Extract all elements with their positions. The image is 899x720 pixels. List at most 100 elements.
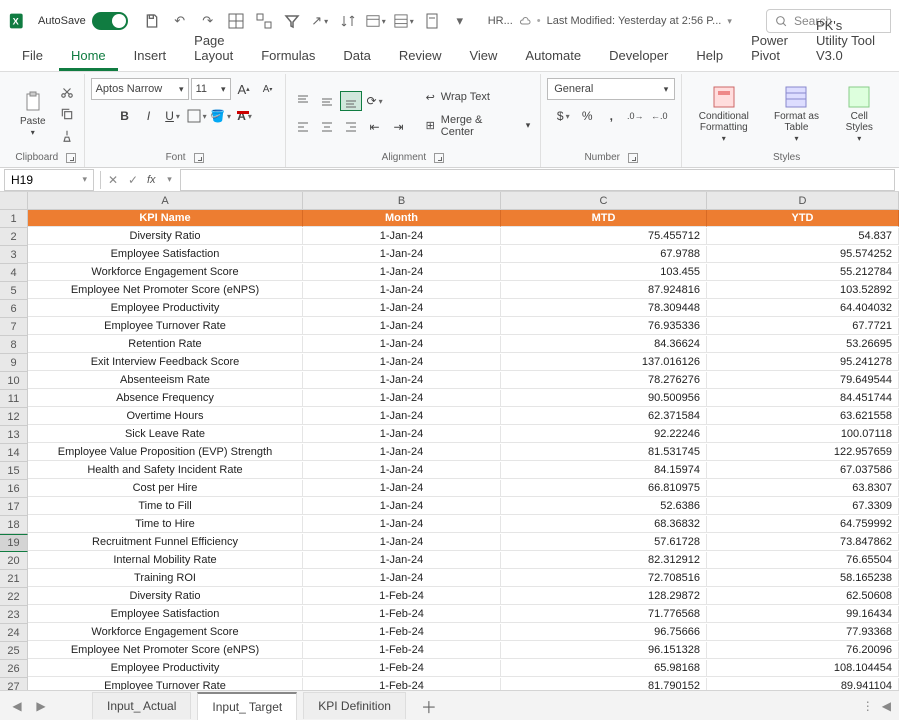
copy-button[interactable] [56,104,78,124]
cell[interactable]: 1-Jan-24 [303,552,501,569]
tab-page-layout[interactable]: Page Layout [182,27,245,71]
cancel-formula-button[interactable]: ✕ [103,173,123,187]
cell[interactable]: Time to Hire [28,516,303,533]
row-header[interactable]: 25 [0,642,28,660]
number-format-select[interactable]: General▾ [547,78,675,100]
tab-power-pivot[interactable]: Power Pivot [739,27,800,71]
fill-color-button[interactable]: 🪣 [210,106,232,126]
toggle-switch-icon[interactable] [92,12,128,30]
sheet-nav-prev[interactable]: ◀ [8,697,26,715]
align-top-button[interactable] [292,91,314,111]
cell[interactable]: 62.50608 [707,588,899,605]
row-header[interactable]: 13 [0,426,28,444]
cell[interactable]: 58.165238 [707,570,899,587]
increase-indent-button[interactable]: ⇥ [388,117,410,137]
cell[interactable]: 1-Jan-24 [303,264,501,281]
calc-icon[interactable] [422,11,442,31]
cell[interactable]: Time to Fill [28,498,303,515]
cell[interactable]: 89.941104 [707,678,899,690]
cell[interactable]: 1-Feb-24 [303,606,501,623]
cell[interactable]: 84.36624 [501,336,707,353]
table-icon[interactable] [366,11,386,31]
row-header[interactable]: 18 [0,516,28,534]
tab-data[interactable]: Data [331,42,382,71]
cell[interactable]: 108.104454 [707,660,899,677]
align-bottom-button[interactable] [340,91,362,111]
cell[interactable]: 81.531745 [501,444,707,461]
cell[interactable]: Health and Safety Incident Rate [28,462,303,479]
cell[interactable]: 67.3309 [707,498,899,515]
column-header[interactable]: A [28,192,303,210]
format-as-table-button[interactable]: Format as Table▾ [763,81,829,148]
cell[interactable]: 81.790152 [501,678,707,690]
cut-button[interactable] [56,82,78,102]
grow-font-button[interactable]: A▴ [233,79,255,99]
sort-icon[interactable] [338,11,358,31]
cell[interactable]: 1-Jan-24 [303,516,501,533]
share-icon[interactable]: ↗ [310,11,330,31]
cell[interactable]: 96.75666 [501,624,707,641]
grid-icon[interactable] [394,11,414,31]
format-painter-button[interactable] [56,126,78,146]
cell[interactable]: 87.924816 [501,282,707,299]
cell[interactable]: 90.500956 [501,390,707,407]
decrease-indent-button[interactable]: ⇤ [364,117,386,137]
cell[interactable]: 67.037586 [707,462,899,479]
sheet-nav-next[interactable]: ▶ [32,697,50,715]
cell[interactable]: 1-Jan-24 [303,498,501,515]
filter-icon[interactable] [282,11,302,31]
row-header[interactable]: 23 [0,606,28,624]
italic-button[interactable]: I [138,106,160,126]
wrap-text-button[interactable]: ↩Wrap Text [422,89,535,106]
font-dialog-launcher[interactable] [194,153,204,163]
cell[interactable]: 77.93368 [707,624,899,641]
row-header[interactable]: 16 [0,480,28,498]
cell[interactable]: Employee Net Promoter Score (eNPS) [28,642,303,659]
cell[interactable]: Overtime Hours [28,408,303,425]
row-header[interactable]: 14 [0,444,28,462]
cell[interactable]: 1-Jan-24 [303,462,501,479]
cell[interactable]: Employee Productivity [28,660,303,677]
accounting-format-button[interactable]: $ [552,106,574,126]
cell[interactable]: 128.29872 [501,588,707,605]
cell[interactable]: 1-Jan-24 [303,282,501,299]
cell[interactable]: 64.404032 [707,300,899,317]
cell[interactable]: 57.61728 [501,534,707,551]
header-cell-ytd[interactable]: YTD [707,210,899,227]
font-name-select[interactable]: Aptos Narrow▾ [91,78,189,100]
cell[interactable]: Employee Satisfaction [28,606,303,623]
cell[interactable]: 78.309448 [501,300,707,317]
save-icon[interactable] [142,11,162,31]
cell[interactable]: Employee Net Promoter Score (eNPS) [28,282,303,299]
cell[interactable]: 65.98168 [501,660,707,677]
cell[interactable]: 76.935336 [501,318,707,335]
sheet-tab-input-target[interactable]: Input_ Target [197,692,297,720]
cell[interactable]: 55.212784 [707,264,899,281]
cell[interactable]: 103.455 [501,264,707,281]
cell[interactable]: 67.9788 [501,246,707,263]
cell[interactable]: Training ROI [28,570,303,587]
cell[interactable]: 1-Jan-24 [303,246,501,263]
cell[interactable]: 99.16434 [707,606,899,623]
clipboard-dialog-launcher[interactable] [66,153,76,163]
orientation-button[interactable]: ⟳ [364,91,386,111]
cell[interactable]: 1-Jan-24 [303,426,501,443]
row-header[interactable]: 15 [0,462,28,480]
cell[interactable]: Internal Mobility Rate [28,552,303,569]
cell-styles-button[interactable]: Cell Styles▾ [834,81,885,148]
row-header[interactable]: 2 [0,228,28,246]
row-header[interactable]: 11 [0,390,28,408]
cell[interactable]: Diversity Ratio [28,228,303,245]
cell[interactable]: 1-Feb-24 [303,588,501,605]
doc-name[interactable]: HR... [488,15,513,27]
cell[interactable]: 1-Feb-24 [303,624,501,641]
cell[interactable]: 53.26695 [707,336,899,353]
cell[interactable]: 95.574252 [707,246,899,263]
enter-formula-button[interactable]: ✓ [123,173,143,187]
header-cell-kpi[interactable]: KPI Name [28,210,303,227]
cell[interactable]: 75.455712 [501,228,707,245]
percent-format-button[interactable]: % [576,106,598,126]
row-header[interactable]: 17 [0,498,28,516]
cell[interactable]: Employee Value Proposition (EVP) Strengt… [28,444,303,461]
tab-view[interactable]: View [457,42,509,71]
